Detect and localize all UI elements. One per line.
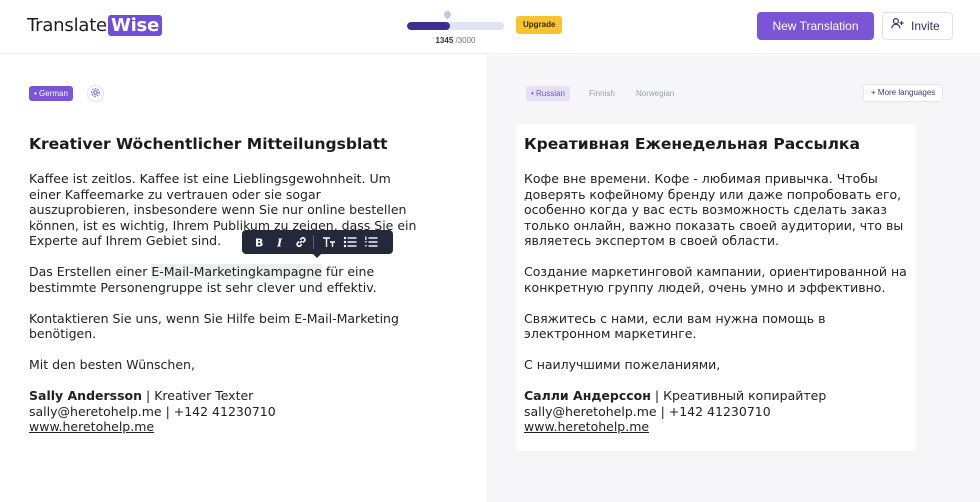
target-language-label: Russian [536,89,565,98]
target-sig-role: | Креативный копирайтер [650,388,827,403]
toolbar-divider [313,235,314,249]
more-languages-label: More languages [877,88,936,97]
source-sig-contact: sally@heretohelp.me | +142 41230710 [29,403,276,419]
usage-progress-bar [407,22,504,30]
logo-text: Translate [27,15,107,36]
usage-progress-fill [407,22,451,30]
invite-button[interactable]: Invite [882,12,953,40]
upgrade-button[interactable]: Upgrade [516,16,563,34]
bold-icon[interactable]: B [248,230,269,254]
app-header: Translate Wise 1345 /3000 Upgrade New Tr… [0,0,980,54]
logo-accent: Wise [107,15,163,36]
more-languages-button[interactable]: + More languages [863,84,944,102]
target-sig-contact: sally@heretohelp.me | +142 41230710 [524,403,771,419]
translation-panel: • Russian Finnish Norwegian + More langu… [486,55,980,502]
invite-label: Invite [911,19,940,33]
plus-icon: + [871,88,876,97]
bullet-list-icon[interactable] [339,230,360,254]
italic-icon[interactable]: I [269,230,290,254]
link-icon[interactable] [290,230,311,254]
new-translation-button[interactable]: New Translation [757,12,874,40]
source-paragraph-2: Das Erstellen einer E-Mail-Marketingkamp… [29,264,419,295]
target-paragraph-1: Кофе вне времени. Кофе - любимая привычк… [524,171,904,248]
usage-used: 1345 [435,36,454,45]
target-language-chip[interactable]: • Russian [526,86,570,101]
source-settings-button[interactable] [87,85,104,102]
language-tab-norwegian[interactable]: Norwegian [636,86,674,101]
source-paragraph-3: Kontaktieren Sie uns, wenn Sie Hilfe bei… [29,310,399,342]
svg-text:I: I [276,237,283,250]
target-paragraph-4: С наилучшими пожеланиями, [524,357,721,372]
source-title: Kreativer Wöchentlicher Mitteilungsblatt [29,135,388,153]
text-size-icon[interactable] [318,230,339,254]
source-language-chip[interactable]: • German [29,86,73,101]
toolbar-pointer [312,253,322,258]
gear-icon [90,85,101,103]
usage-total: /3000 [453,36,476,45]
translation-document[interactable]: Креативная Еженедельная Рассылка Кофе вн… [524,133,909,435]
target-sig-link[interactable]: www.heretohelp.me [524,419,909,435]
usage-marker-icon [442,9,453,20]
target-sig-name: Салли Андерссон [524,388,651,403]
target-paragraph-2: Создание маркетинговой кампании, ориенти… [524,264,907,295]
source-panel: • German Kreativer Wöchentlicher Mitteil… [0,55,486,502]
svg-text:B: B [255,237,263,250]
source-document[interactable]: Kreativer Wöchentlicher Mitteilungsblatt… [29,133,419,435]
add-user-icon [891,13,904,39]
selected-text[interactable]: E-Mail-Marketingkampagne [151,264,322,279]
target-signature: Салли Андерссон | Креативный копирайтер … [524,388,909,435]
source-sig-name: Sally Andersson [29,388,143,403]
source-paragraph-4: Mit den besten Wünschen, [29,357,195,372]
language-tab-finnish[interactable]: Finnish [589,86,615,101]
target-title: Креативная Еженедельная Рассылка [524,135,860,153]
source-signature: Sally Andersson | Kreativer Texter sally… [29,388,419,435]
source-p2-before: Das Erstellen einer [29,264,152,279]
source-sig-role: | Kreativer Texter [142,388,254,403]
target-paragraph-3: Свяжитесь с нами, если вам нужна помощь … [524,310,826,342]
logo[interactable]: Translate Wise [27,15,163,36]
source-language-label: German [39,89,68,98]
source-sig-link[interactable]: www.heretohelp.me [29,419,419,435]
numbered-list-icon[interactable] [360,230,381,254]
usage-count: 1345 /3000 [407,36,504,45]
format-toolbar: B I [242,230,393,254]
